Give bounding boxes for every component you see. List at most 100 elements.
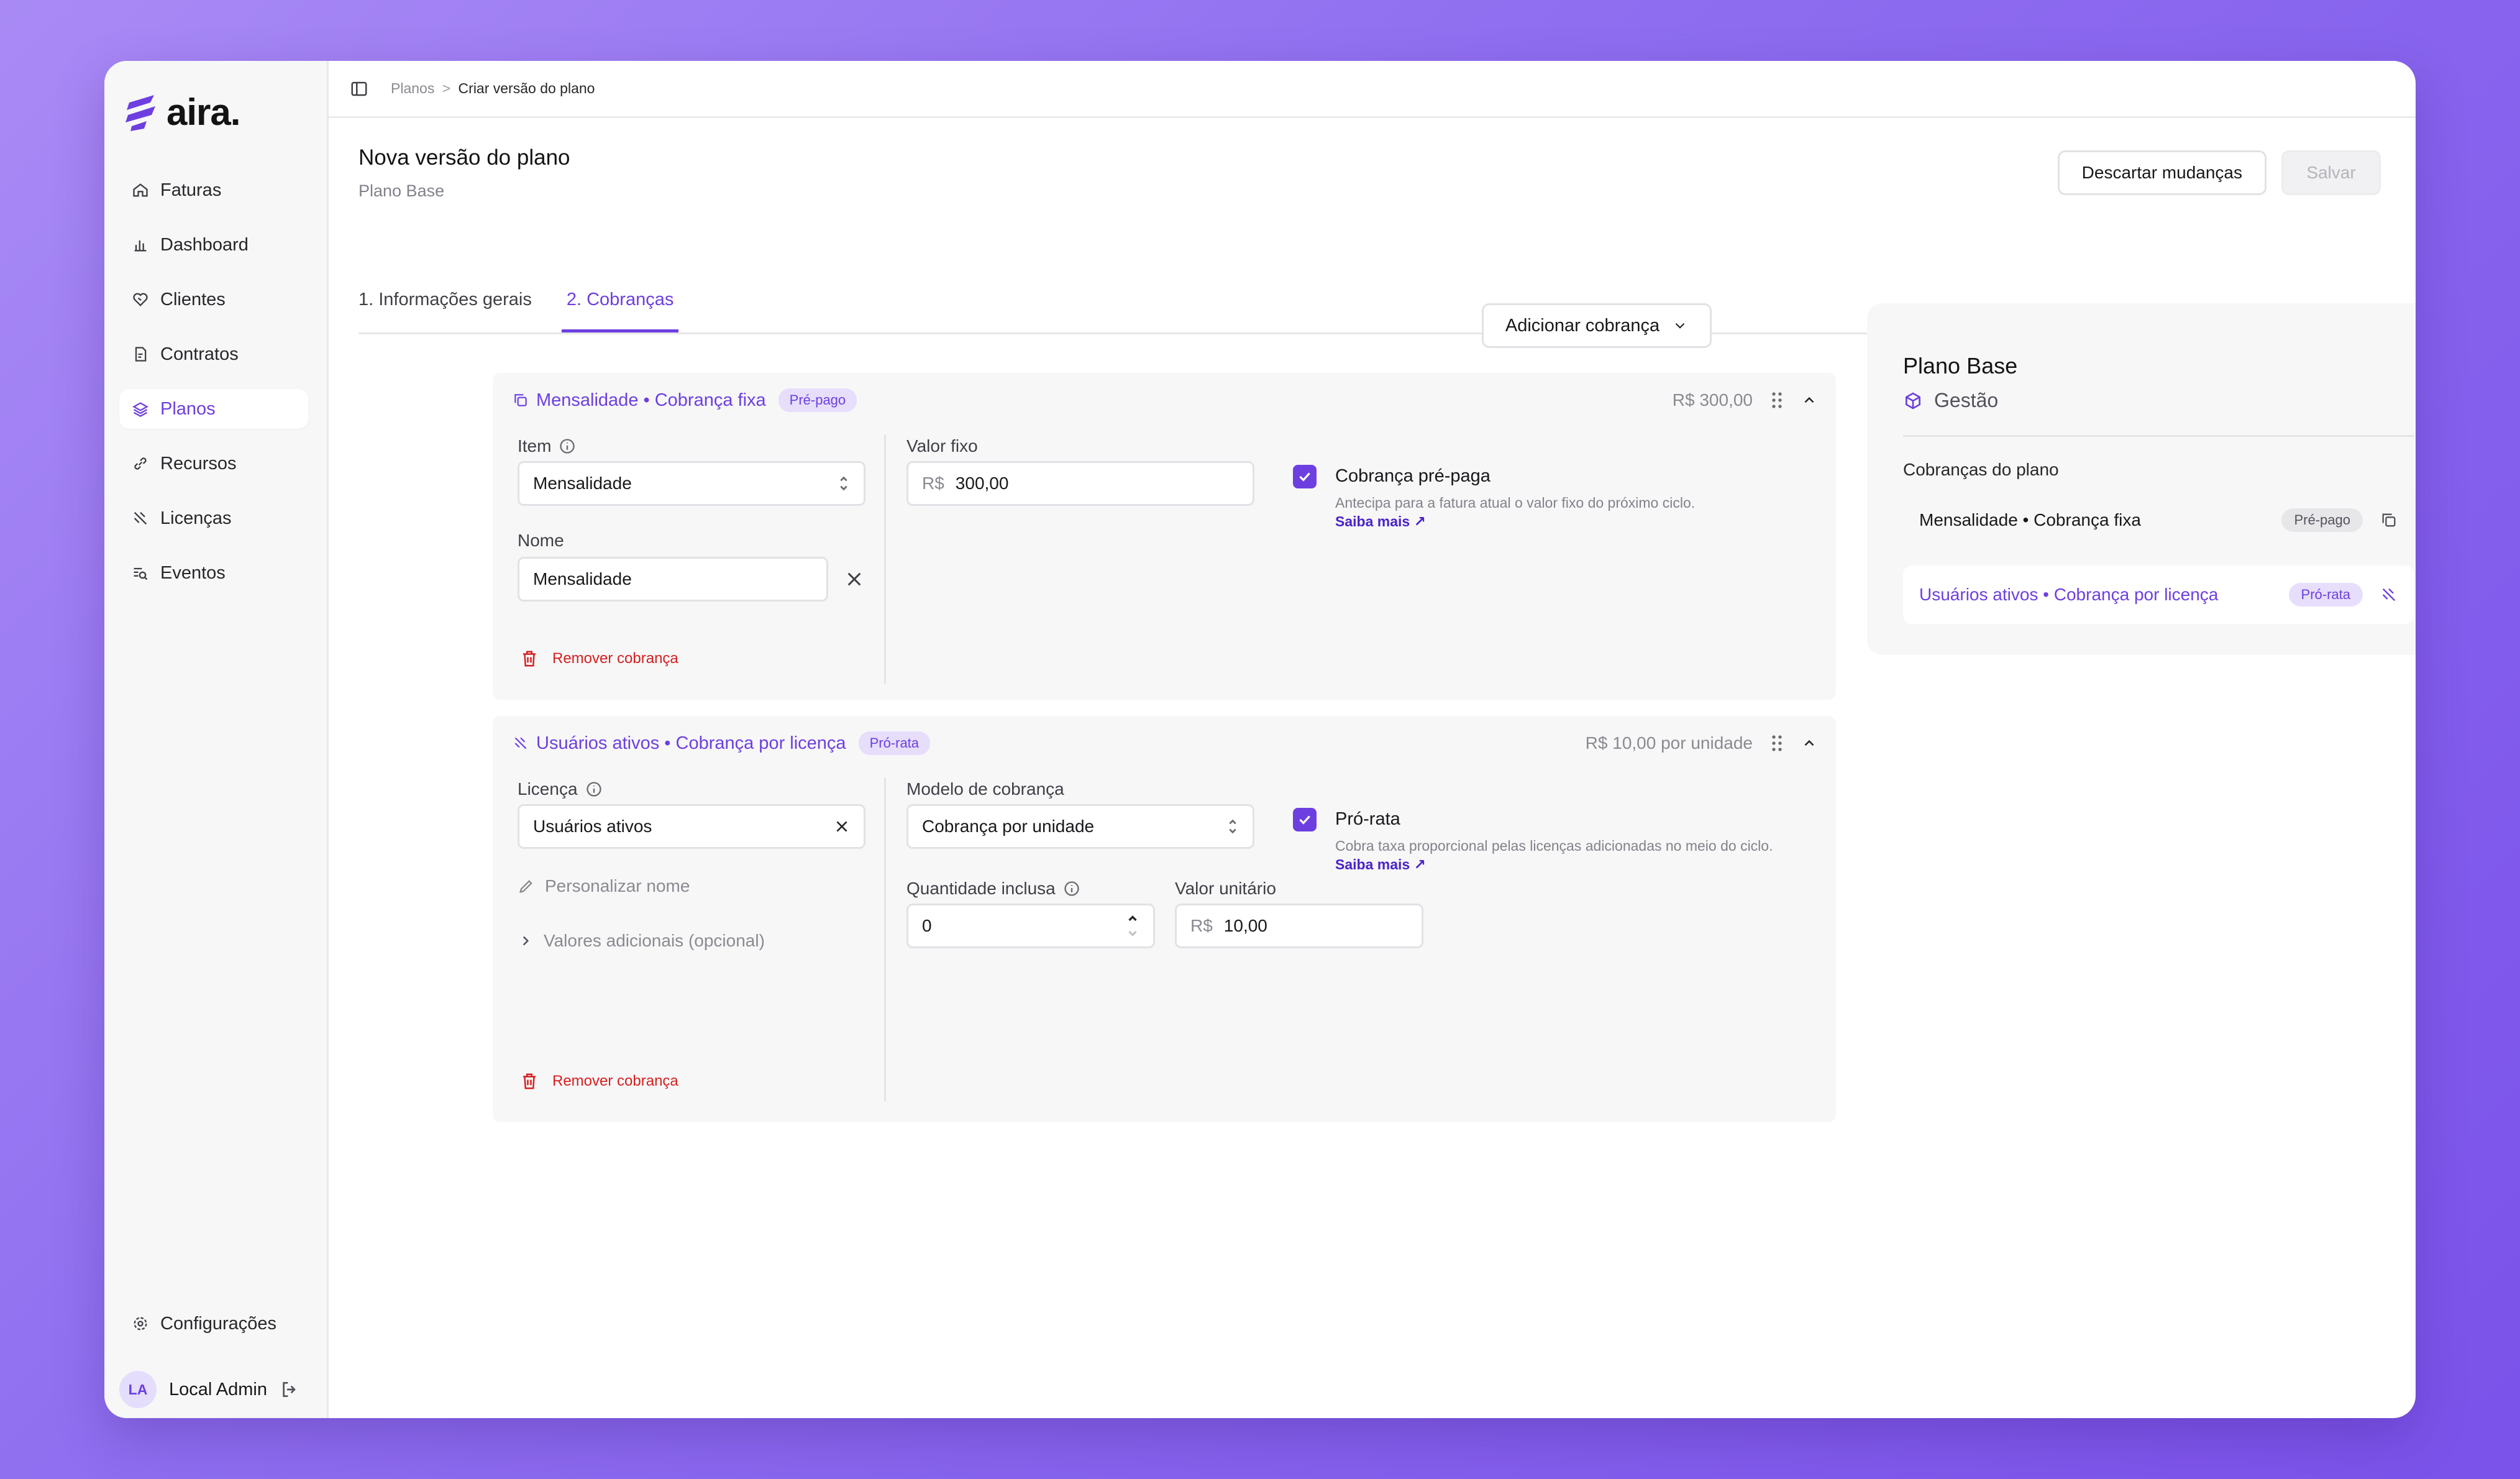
summary-charge-row-selected[interactable]: Usuários ativos • Cobrança por licença P… — [1903, 566, 2414, 624]
summary-product-name: Gestão — [1934, 389, 1999, 411]
learn-more-link[interactable]: Saiba mais ↗ — [1335, 856, 1426, 873]
license-label-text: Licença — [518, 779, 578, 799]
brand-logo[interactable]: aira. — [126, 91, 240, 134]
sidebar-item-label: Configurações — [160, 1313, 276, 1334]
check-icon — [1299, 472, 1310, 482]
summary-title: Plano Base — [1903, 353, 2018, 378]
logout-icon[interactable] — [280, 1380, 299, 1399]
sidebar-item-label: Faturas — [160, 180, 222, 200]
brand-name: aira. — [167, 91, 240, 133]
charge-title: Usuários ativos • Cobrança por licença P… — [513, 731, 931, 755]
chevron-up-icon[interactable] — [1801, 735, 1817, 751]
link-icon — [134, 457, 147, 470]
name-input-value: Mensalidade — [533, 569, 632, 588]
main-content: Planos > Criar versão do plano Nova vers… — [329, 61, 2416, 1418]
item-label-text: Item — [518, 436, 552, 456]
prepaid-badge: Pré-pago — [2281, 508, 2363, 532]
name-field-label: Nome — [518, 531, 564, 550]
included-quantity-stepper[interactable]: 0 — [906, 904, 1155, 948]
charge-title: Mensalidade • Cobrança fixa Pré-pago — [513, 388, 857, 412]
info-icon[interactable] — [559, 437, 576, 455]
chevron-up-icon[interactable] — [1801, 392, 1817, 408]
external-arrow-icon: ↗ — [1413, 513, 1426, 529]
contract-icon — [135, 347, 147, 362]
breadcrumb-parent[interactable]: Planos — [391, 80, 434, 96]
tab-cobrancas[interactable]: 2. Cobranças — [561, 271, 679, 332]
billing-model-select[interactable]: Cobrança por unidade — [906, 804, 1254, 849]
info-icon[interactable] — [585, 781, 603, 798]
cube-icon — [1906, 392, 1920, 410]
unit-value-input[interactable]: R$ 10,00 — [1175, 904, 1423, 948]
add-charge-dropdown[interactable]: Adicionar cobrança — [1482, 303, 1712, 348]
remove-charge-button[interactable]: Remover cobrança — [520, 649, 678, 669]
fixed-value: 300,00 — [955, 474, 1009, 493]
sidebar-item-label: Clientes — [160, 289, 226, 309]
sidebar-toggle-icon[interactable] — [350, 80, 368, 98]
unit-value-label: Valor unitário — [1175, 879, 1276, 898]
sidebar-item-label: Recursos — [160, 453, 237, 474]
charge-amount-area: R$ 10,00 por unidade — [1586, 733, 1817, 753]
sidebar-item-contratos[interactable]: Contratos — [119, 334, 308, 374]
license-icon — [2380, 586, 2398, 603]
breadcrumb-separator: > — [442, 80, 451, 96]
card-divider — [884, 778, 886, 1101]
charge-card-header[interactable]: Usuários ativos • Cobrança por licença P… — [513, 731, 1817, 756]
billing-model-label: Modelo de cobrança — [906, 779, 1064, 799]
card-divider — [884, 435, 886, 684]
summary-product: Gestão — [1903, 389, 1998, 412]
handshake-icon — [133, 293, 148, 306]
trash-icon — [523, 651, 536, 667]
aira-logo-icon — [126, 94, 155, 131]
info-icon[interactable] — [1063, 880, 1080, 897]
discard-changes-button[interactable]: Descartar mudanças — [2057, 150, 2267, 195]
summary-charge-label: Usuários ativos • Cobrança por licença — [1919, 585, 2219, 604]
fixed-value-input[interactable]: R$ 300,00 — [906, 461, 1254, 506]
charge-card-fixed: Mensalidade • Cobrança fixa Pré-pago R$ … — [493, 373, 1836, 700]
sidebar-item-planos[interactable]: Planos — [119, 389, 308, 429]
sidebar-item-dashboard[interactable]: Dashboard — [119, 225, 308, 265]
save-button[interactable]: Salvar — [2281, 150, 2381, 195]
sidebar-item-eventos[interactable]: Eventos — [119, 553, 308, 593]
sidebar-item-configuracoes[interactable]: Configurações — [119, 1304, 308, 1344]
summary-section-label: Cobranças do plano — [1903, 460, 2059, 479]
page-header: Nova versão do plano Plano Base — [358, 145, 570, 201]
customize-name-button[interactable]: Personalizar nome — [518, 876, 690, 896]
summary-charge-row[interactable]: Mensalidade • Cobrança fixa Pré-pago — [1903, 491, 2414, 549]
sidebar-item-licencas[interactable]: Licenças — [119, 498, 308, 538]
gear-icon — [134, 1317, 147, 1330]
clear-license-icon[interactable] — [834, 818, 850, 835]
clear-name-icon[interactable] — [844, 569, 864, 589]
sidebar-item-recursos[interactable]: Recursos — [119, 444, 308, 483]
customize-name-label: Personalizar nome — [545, 876, 690, 895]
name-input[interactable]: Mensalidade — [518, 557, 828, 602]
avatar[interactable]: LA — [119, 1371, 157, 1408]
additional-values-toggle[interactable]: Valores adicionais (opcional) — [518, 931, 765, 951]
chevron-down-icon — [1675, 323, 1685, 329]
prorata-badge: Pró-rata — [858, 731, 931, 755]
add-charge-label: Adicionar cobrança — [1505, 315, 1660, 336]
learn-more-text: Saiba mais — [1335, 856, 1410, 872]
stepper-arrows-icon[interactable] — [1126, 914, 1139, 938]
sidebar-nav: Faturas Dashboard Clientes Contratos Pla… — [119, 170, 308, 608]
page-title: Nova versão do plano — [358, 145, 570, 170]
select-arrows-icon — [838, 475, 850, 492]
learn-more-text: Saiba mais — [1335, 513, 1410, 529]
learn-more-link[interactable]: Saiba mais ↗ — [1335, 513, 1426, 530]
included-quantity-label: Quantidade inclusa — [906, 879, 1080, 899]
tab-informacoes-gerais[interactable]: 1. Informações gerais — [358, 271, 532, 332]
check-icon — [1299, 815, 1310, 825]
license-select[interactable]: Usuários ativos — [518, 804, 865, 849]
included-quantity-text: Quantidade inclusa — [906, 879, 1056, 898]
prepaid-checkbox[interactable] — [1293, 465, 1317, 488]
drag-handle-icon[interactable] — [1770, 734, 1784, 753]
charge-card-header[interactable]: Mensalidade • Cobrança fixa Pré-pago R$ … — [513, 388, 1817, 413]
sidebar-item-clientes[interactable]: Clientes — [119, 280, 308, 319]
billing-model-value: Cobrança por unidade — [922, 817, 1095, 836]
drag-handle-icon[interactable] — [1770, 391, 1784, 410]
sidebar-item-faturas[interactable]: Faturas — [119, 170, 308, 210]
remove-charge-button[interactable]: Remover cobrança — [520, 1071, 678, 1091]
sidebar-item-label: Contratos — [160, 344, 239, 364]
additional-values-label: Valores adicionais (opcional) — [544, 931, 765, 950]
prorata-checkbox[interactable] — [1293, 808, 1317, 831]
item-select[interactable]: Mensalidade — [518, 461, 865, 506]
